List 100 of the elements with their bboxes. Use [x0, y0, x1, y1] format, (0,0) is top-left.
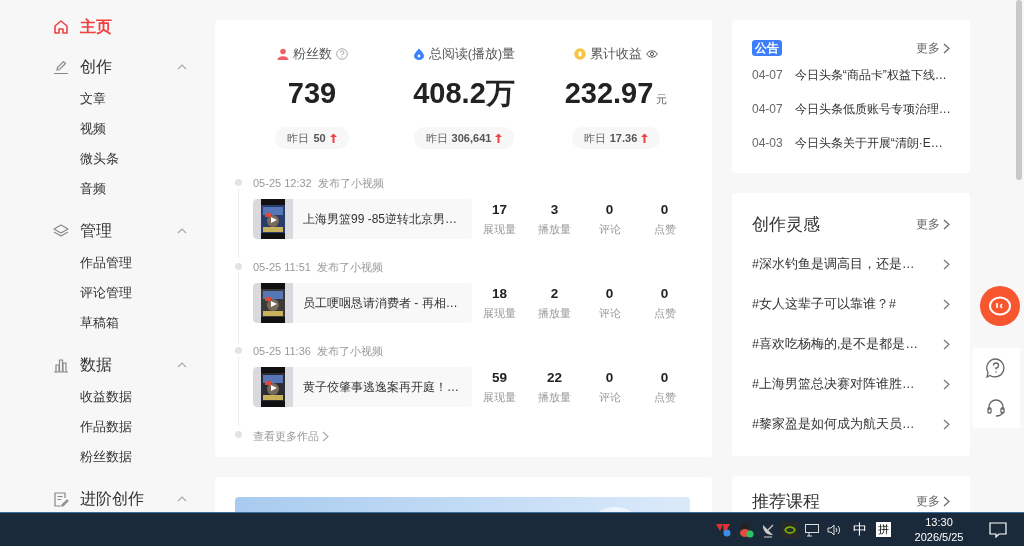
sidebar-subitem[interactable]: 评论管理: [80, 278, 132, 308]
scrollbar-thumb[interactable]: [1016, 0, 1022, 180]
metric-value: 17: [492, 201, 507, 219]
chip-icon[interactable]: [782, 521, 798, 538]
metric-value: 2: [550, 285, 559, 303]
stat-label: 粉丝数: [292, 45, 332, 63]
figure-icon[interactable]: [738, 521, 754, 538]
announcement-item[interactable]: 04-03 今日头条关于开展“清朗·E…: [752, 126, 950, 160]
metric-value: 59: [492, 369, 507, 387]
stat-label: 总阅读(播放)量: [428, 45, 516, 63]
metric-label: 点赞: [653, 306, 676, 321]
sidebar-item[interactable]: 进阶创作: [0, 486, 200, 512]
work-item[interactable]: 上海男篮99 -85逆转北京男…: [253, 199, 472, 239]
home-icon: [53, 19, 69, 35]
topic-item[interactable]: #黎家盈是如何成为航天员…: [752, 404, 950, 444]
work-item[interactable]: 黄子佼肇事逃逸案再开庭！…: [253, 367, 472, 407]
sidebar-subitem[interactable]: 粉丝数据: [80, 442, 132, 472]
chevron-right-icon: [943, 495, 950, 507]
stat-value: 232.97: [564, 76, 654, 110]
sidebar-subitem[interactable]: 收益数据: [80, 382, 132, 412]
topic-item[interactable]: #女人这辈子可以靠谁？#: [752, 284, 950, 324]
topic-item[interactable]: #喜欢吃杨梅的,是不是都是…: [752, 324, 950, 364]
layers-icon: [53, 223, 69, 239]
stat-value: 408.2万: [413, 76, 515, 110]
notice-badge: 公告: [752, 40, 782, 56]
chevron-right-icon: [322, 430, 329, 442]
timeline-dot: [235, 431, 242, 438]
section-title: 创作灵感: [752, 213, 820, 236]
work-item[interactable]: 员工哽咽恳请消费者 - 再相…: [253, 283, 472, 323]
metric-value: 0: [605, 285, 614, 303]
chevron-right-icon: [943, 42, 950, 54]
timeline-dot: [235, 179, 242, 186]
sidebar-item[interactable]: 创作: [0, 54, 200, 80]
yesterday-label: 昨日: [583, 130, 606, 146]
sidebar-subitem[interactable]: 作品数据: [80, 412, 132, 442]
metric-value: 22: [547, 369, 562, 387]
metric-label: 评论: [598, 390, 621, 405]
metric-value: 0: [605, 369, 614, 387]
metric-label: 展现量: [483, 306, 516, 321]
chevron-right-icon: [943, 298, 950, 310]
sidebar-item[interactable]: 数据: [0, 352, 200, 378]
assistant-button[interactable]: [980, 286, 1020, 326]
metric-value: 18: [492, 285, 507, 303]
sidebar-subitem[interactable]: 文章: [80, 84, 106, 114]
more-link[interactable]: 更多: [916, 216, 950, 232]
metric-value: 0: [660, 201, 669, 219]
publish-action: 发布了小视频: [316, 260, 383, 275]
work-title: 黄子佼肇事逃逸案再开庭！…: [303, 378, 459, 396]
metric-label: 评论: [598, 222, 621, 237]
sidebar-subitem[interactable]: 音频: [80, 174, 106, 204]
drop-icon: [412, 48, 425, 60]
logo-icon[interactable]: [716, 522, 732, 537]
stat-label: 累计收益: [590, 45, 642, 63]
publish-time: 05-25 11:51: [253, 260, 311, 275]
more-link[interactable]: 更多: [916, 40, 950, 56]
metric-label: 展现量: [483, 222, 516, 237]
input-mode-indicator[interactable]: 中: [850, 520, 870, 539]
more-link[interactable]: 更多: [916, 493, 950, 509]
help-icon[interactable]: [985, 357, 1007, 379]
pencil-icon: [53, 59, 69, 75]
yesterday-label: 昨日: [287, 130, 310, 146]
eye-icon[interactable]: [646, 49, 658, 59]
timeline-dot: [235, 347, 242, 354]
yesterday-value: 306,641: [451, 132, 492, 144]
input-method-indicator[interactable]: 拼: [876, 522, 891, 537]
unit-label: 元: [656, 92, 668, 107]
network-icon[interactable]: [804, 521, 820, 538]
notification-icon[interactable]: [989, 521, 1007, 538]
announcement-title: 今日头条“商品卡”权益下线…: [794, 66, 947, 84]
sidebar-subitem[interactable]: 作品管理: [80, 248, 132, 278]
chevron-right-icon: [943, 378, 950, 390]
chevron-right-icon: [943, 258, 950, 270]
metric-label: 播放量: [538, 222, 571, 237]
announcement-item[interactable]: 04-07 今日头条“商品卡”权益下线…: [752, 58, 950, 92]
sidebar-item[interactable]: 管理: [0, 218, 200, 244]
yesterday-value: 17.36: [609, 132, 638, 144]
timeline-dot: [235, 263, 242, 270]
clock-time: 13:30: [925, 514, 953, 530]
document-edit-icon: [53, 491, 69, 507]
sidebar-item[interactable]: 主页: [0, 14, 200, 40]
yesterday-value: 50: [313, 132, 326, 144]
headset-icon[interactable]: [985, 397, 1007, 419]
sidebar-subitem[interactable]: 视频: [80, 114, 106, 144]
announcement-title: 今日头条关于开展“清朗·E…: [794, 134, 943, 152]
metric-label: 点赞: [653, 390, 676, 405]
topic-item[interactable]: #深水钓鱼是调高目，还是…: [752, 244, 950, 284]
topic-item[interactable]: #上海男篮总决赛对阵谁胜…: [752, 364, 950, 404]
publish-time: 05-25 12:32: [253, 176, 312, 191]
publish-action: 发布了小视频: [317, 176, 384, 191]
chevron-right-icon: [943, 418, 950, 430]
announcement-date: 04-07: [752, 68, 783, 82]
metric-label: 展现量: [483, 390, 516, 405]
sidebar-subitem[interactable]: 微头条: [80, 144, 119, 174]
sidebar-subitem[interactable]: 草稿箱: [80, 308, 119, 338]
metric-value: 0: [660, 285, 669, 303]
announcement-item[interactable]: 04-07 今日头条低质账号专项治理…: [752, 92, 950, 126]
yesterday-label: 昨日: [425, 130, 448, 146]
announcement-date: 04-03: [752, 136, 783, 150]
metric-label: 播放量: [538, 390, 571, 405]
metric-value: 0: [605, 201, 614, 219]
